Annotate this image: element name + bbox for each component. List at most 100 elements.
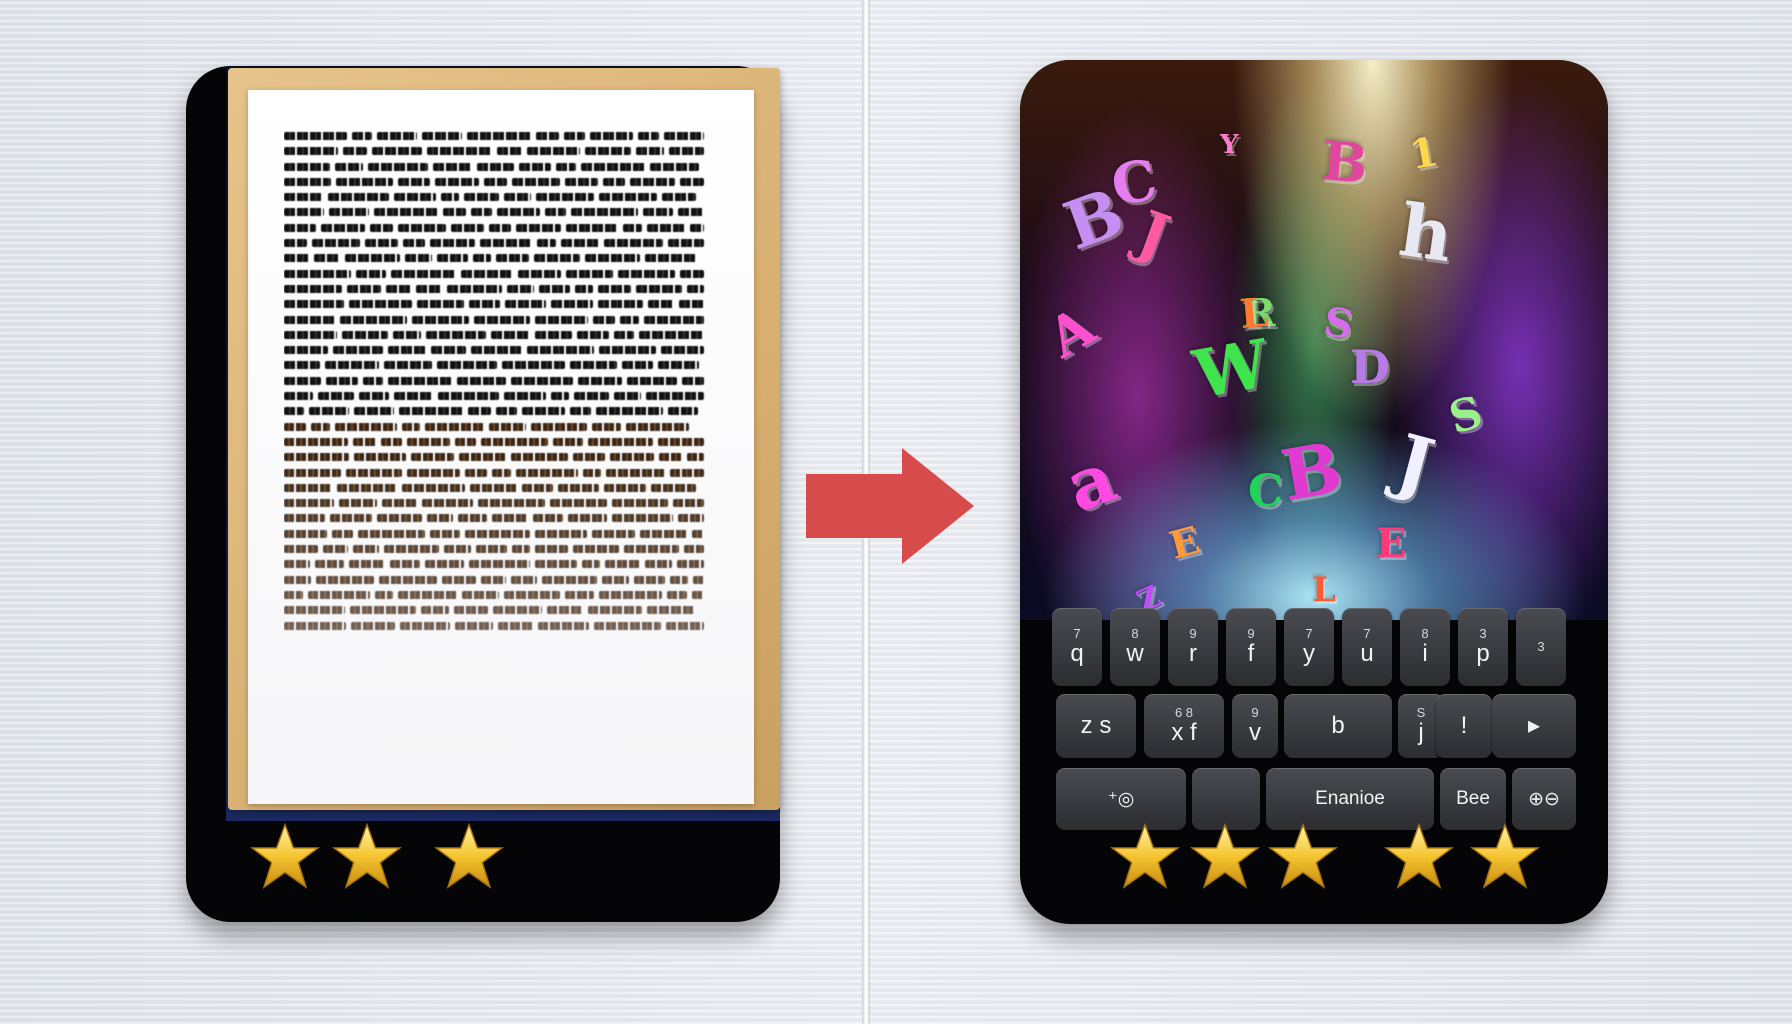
document-line [284, 495, 710, 510]
key-secondary-label: 9 [1247, 626, 1255, 641]
key-label: j [1418, 719, 1424, 746]
right-arrow-icon [806, 448, 974, 564]
key-exclaim[interactable]: ! [1436, 694, 1492, 758]
document-line [284, 403, 710, 418]
key-label: ⊕⊖ [1528, 788, 1560, 810]
key-modifier[interactable]: ⁺◎ [1056, 768, 1186, 830]
document-line [284, 510, 710, 525]
key-secondary-label: 9 [1251, 705, 1259, 720]
document-line [284, 449, 710, 464]
flying-letter: C [1248, 466, 1284, 517]
key-secondary-label: 8 [1131, 626, 1139, 641]
key-u[interactable]: 7u [1342, 608, 1392, 686]
key-secondary-label: 7 [1305, 626, 1313, 641]
document-line [284, 465, 710, 480]
key-label: q [1070, 640, 1084, 667]
document-line [284, 572, 710, 587]
space-bar[interactable]: Enanioe [1266, 768, 1434, 830]
document-line [284, 281, 710, 296]
star-icon [332, 822, 402, 892]
flying-letter: L [1312, 570, 1336, 610]
document-line [284, 618, 710, 633]
key-label: Enanioe [1315, 788, 1385, 809]
key-label: i [1422, 640, 1428, 667]
key-b[interactable]: b [1284, 694, 1392, 758]
document-line [284, 434, 710, 449]
key-secondary-label: 6 8 [1174, 705, 1194, 720]
key-secondary-label: 3 [1537, 639, 1545, 654]
document-line [284, 526, 710, 541]
document-line [284, 541, 710, 556]
key-label: ▸ [1527, 712, 1541, 739]
document-line [284, 159, 710, 174]
key-i[interactable]: 8i [1400, 608, 1450, 686]
document-line [284, 220, 710, 235]
star-icon [434, 822, 504, 892]
document-line [284, 602, 710, 617]
key-label: w [1126, 640, 1144, 667]
light-burst [1020, 60, 1608, 620]
key-q[interactable]: 7q [1052, 608, 1102, 686]
key-arrow[interactable]: ▸ [1492, 694, 1576, 758]
document-line [284, 250, 710, 265]
key-label: f [1247, 640, 1255, 667]
key-label: x f [1171, 719, 1197, 746]
key-f[interactable]: 9f [1226, 608, 1276, 686]
document-line [284, 373, 710, 388]
document-line [284, 419, 710, 434]
keyboard: 7q8w9r9f7y7u8i3p3z s6 8x f 9 v b Sj! ▸ ⁺◎ Enani… [1052, 608, 1576, 832]
document-line [284, 357, 710, 372]
globe-key[interactable]: ⊕⊖ [1512, 768, 1576, 830]
key-label: v [1249, 719, 1261, 746]
document-line [284, 189, 710, 204]
key-secondary-label: 7 [1073, 626, 1081, 641]
key-label: u [1360, 640, 1374, 667]
key-bee[interactable]: Bee [1440, 768, 1506, 830]
document-line [284, 296, 710, 311]
star-icon [1268, 822, 1338, 892]
key-v[interactable]: 9v [1232, 694, 1278, 758]
flying-letter: Y [1220, 130, 1239, 160]
key-blank[interactable] [1192, 768, 1260, 830]
document-line [284, 128, 710, 143]
right-rating-stars [1084, 822, 1564, 902]
key-label: y [1303, 640, 1315, 667]
flying-letter: B [1319, 128, 1371, 196]
key-y[interactable]: 7y [1284, 608, 1334, 686]
document-line [284, 143, 710, 158]
key-label: ⁺◎ [1107, 788, 1135, 810]
document-text-block [284, 128, 710, 728]
document-line [284, 235, 710, 250]
document-line [284, 266, 710, 281]
key-label: z s [1080, 712, 1112, 739]
key-extra[interactable]: 3 [1516, 608, 1566, 686]
key-label: Bee [1456, 788, 1490, 809]
document-line [284, 174, 710, 189]
key-secondary-label: 7 [1363, 626, 1371, 641]
document-line [284, 312, 710, 327]
key-label: b [1331, 712, 1345, 739]
key-label: r [1189, 640, 1197, 667]
star-icon [1384, 822, 1454, 892]
document-line [284, 556, 710, 571]
key-w[interactable]: 8w [1110, 608, 1160, 686]
key-label: p [1476, 640, 1490, 667]
flying-letter: E [1376, 520, 1407, 567]
star-icon [1110, 822, 1180, 892]
key-x-f[interactable]: 6 8x f [1144, 694, 1224, 758]
flying-letter: D [1350, 340, 1390, 394]
right-tablet: BCBhAJRLWSaBJCELEZDSY1 7q8w9r9f7y7u8i3p3… [1020, 60, 1608, 924]
key-secondary-label: S [1416, 705, 1426, 720]
flying-letter: W [1187, 324, 1275, 414]
key-z-s[interactable]: z s [1056, 694, 1136, 758]
document-line [284, 480, 710, 495]
key-p[interactable]: 3p [1458, 608, 1508, 686]
star-icon [1190, 822, 1260, 892]
key-r[interactable]: 9r [1168, 608, 1218, 686]
document-line [284, 204, 710, 219]
document-page [248, 90, 754, 804]
document-line [284, 327, 710, 342]
document-line [284, 342, 710, 357]
star-icon [1470, 822, 1540, 892]
key-secondary-label: 8 [1421, 626, 1429, 641]
